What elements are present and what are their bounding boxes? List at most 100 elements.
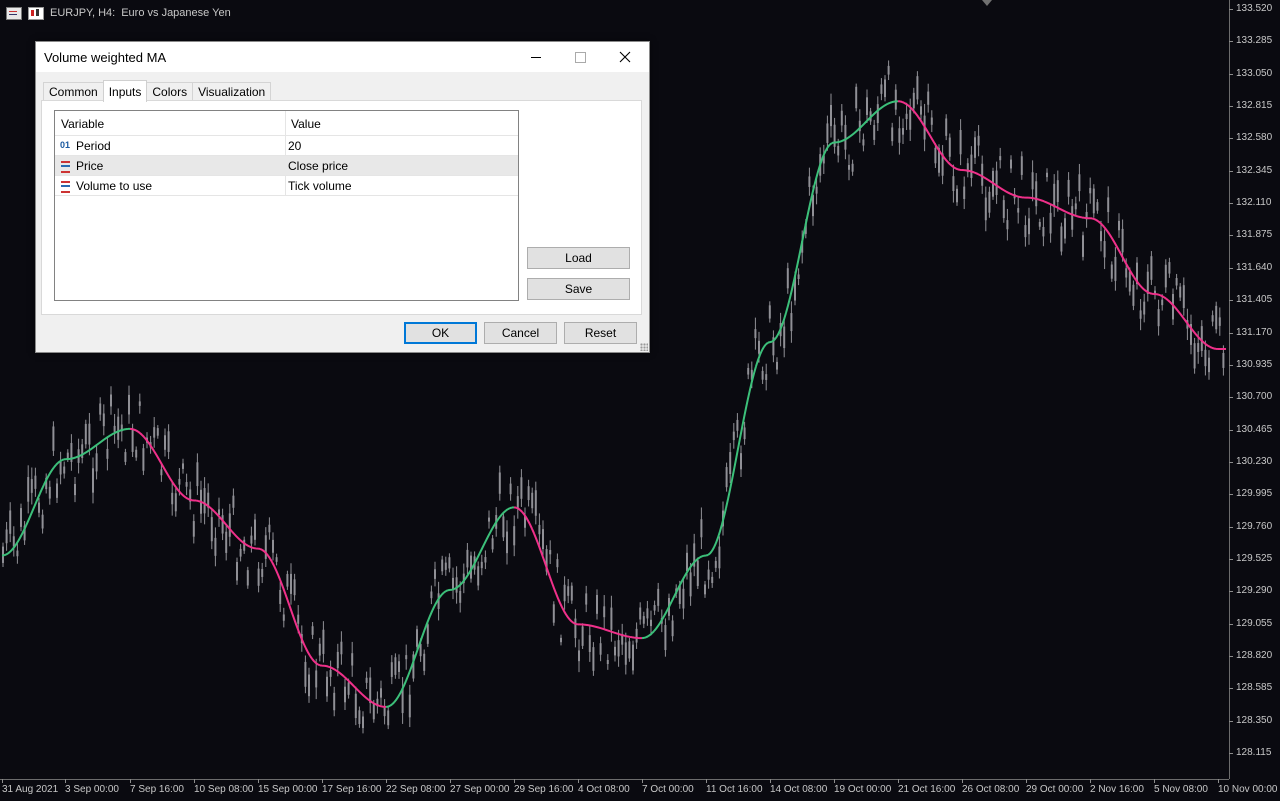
ok-button[interactable]: OK [404,322,477,344]
candle-body [466,549,469,568]
price-tick [1229,397,1233,399]
candle-body [729,452,732,475]
candle-body [128,394,130,415]
candle-body [358,710,361,725]
maximize-button[interactable] [557,42,603,72]
close-button[interactable] [602,42,648,72]
dialog-title: Volume weighted MA [44,50,167,65]
table-row-price[interactable]: Price Close price [55,156,518,176]
candle-body [1017,208,1020,213]
price-label: 132.110 [1236,197,1272,209]
candle-body [930,117,933,125]
candle-body [974,137,976,158]
candle-body [408,694,411,718]
price-tick [1229,461,1233,463]
dialog-titlebar[interactable]: Volume weighted MA [36,42,649,72]
candle-body [948,137,951,157]
candle-body [1035,181,1038,207]
candle-body [354,693,357,719]
candle-body [5,529,8,544]
candle-body [236,562,238,581]
candle-body [1110,264,1113,279]
candle-body [898,128,901,143]
candle-body [56,483,58,498]
chart-header: EURJPY, H4: Euro vs Japanese Yen [6,4,231,22]
inputs-grid[interactable]: Variable Value 01 Period 20 Price Close … [54,110,519,301]
time-label: 10 Nov 00:00 [1218,784,1278,795]
price-scale[interactable] [1229,0,1280,779]
tab-common[interactable]: Common [43,82,104,101]
column-header-variable[interactable]: Variable [61,117,104,131]
candle-body [315,670,318,688]
price-tick [1229,41,1233,43]
tab-visualization[interactable]: Visualization [192,82,272,101]
candle-body [509,483,512,495]
time-label: 17 Sep 16:00 [322,784,382,795]
list-icon [61,181,70,193]
candle-body [20,508,22,527]
candle-body [66,452,69,459]
table-row-volume[interactable]: Volume to use Tick volume [55,176,518,196]
candle-body [657,588,660,606]
candle-body [592,647,595,671]
indicator-icon[interactable] [28,6,44,20]
candle-body [27,477,30,502]
price-tick [1229,688,1233,690]
candle-body [1179,286,1182,298]
time-tick [130,779,131,783]
minimize-button[interactable] [513,42,559,72]
candle-body [254,519,256,540]
candle-body [768,305,771,319]
resize-grip-icon[interactable] [640,343,648,351]
price-tick [1229,558,1233,560]
candle-body [430,591,433,599]
candle-body [1089,187,1092,194]
candle-body [920,106,922,115]
time-label: 7 Sep 16:00 [130,784,184,795]
column-header-value[interactable]: Value [291,117,321,131]
variable-name: Period [76,139,111,153]
candle-body [117,416,120,440]
candle-body [934,147,937,164]
candle-body [1150,256,1153,280]
variable-value[interactable]: Tick volume [288,179,352,193]
candle-body [844,124,847,150]
time-tick [962,779,963,783]
time-label: 29 Sep 16:00 [514,784,574,795]
candle-body [275,557,278,562]
candle-body [434,569,436,579]
candle-body [92,468,94,493]
candle-body [1024,225,1027,238]
candle-body [527,486,530,501]
candle-body [981,163,984,186]
price-tick [1229,720,1233,722]
tab-colors[interactable]: Colors [146,82,194,101]
candle-body [1175,278,1178,286]
candle-body [624,642,627,665]
save-button[interactable]: Save [527,278,630,300]
candle-body [534,490,537,516]
cancel-button[interactable]: Cancel [484,322,557,344]
candle-body [1164,264,1167,288]
candle-body [1107,197,1110,213]
table-row-period[interactable]: 01 Period 20 [55,136,518,156]
variable-value[interactable]: 20 [288,139,301,153]
candle-body [480,561,483,569]
candle-body [876,104,879,124]
candle-body [506,531,508,554]
variable-value[interactable]: Close price [288,159,348,173]
candle-body [1067,179,1070,197]
candle-body [178,478,181,485]
load-button[interactable]: Load [527,247,630,269]
candle-body [1157,309,1160,327]
time-label: 4 Oct 08:00 [578,784,630,795]
chart-icon[interactable] [6,6,22,20]
candle-body [653,605,656,611]
candle-body [1215,305,1218,330]
reset-button[interactable]: Reset [564,322,637,344]
candle-body [909,109,912,130]
tab-inputs[interactable]: Inputs [102,80,148,102]
candle-body [614,646,616,656]
candle-body [797,274,800,280]
candle-body [790,313,793,332]
